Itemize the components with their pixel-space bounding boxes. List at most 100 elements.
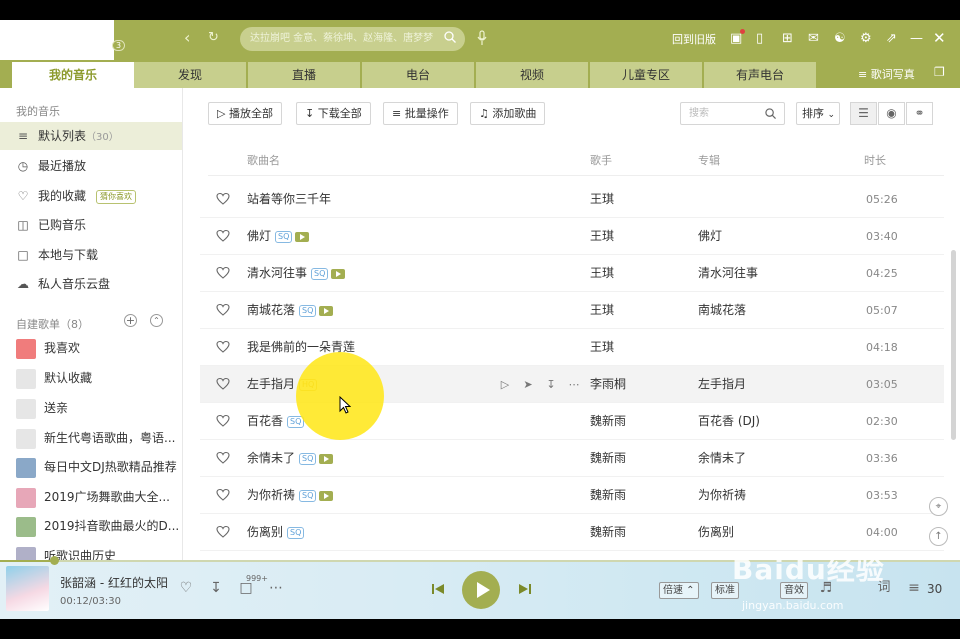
add-to-icon[interactable]: ➤ [521,378,535,392]
table-row[interactable]: 为你祈祷 SQ 魏新雨 为你祈祷 03:53 [200,477,944,514]
sidebar-item-favorites[interactable]: ♡ 我的收藏 猜你喜欢 [0,182,182,210]
mail-icon[interactable]: ✉ [808,31,819,47]
add-song-button[interactable]: ♫ 添加歌曲 [470,102,546,125]
song-title-cell[interactable]: 百花香 SQ [247,403,305,440]
mv-play-icon[interactable] [319,490,334,501]
like-icon[interactable]: ♡ [178,580,194,596]
search-icon[interactable] [765,108,776,119]
search-icon[interactable] [444,31,456,43]
heart-icon[interactable] [216,192,230,206]
mv-play-icon[interactable] [295,231,310,242]
heart-icon[interactable] [216,488,230,502]
song-album[interactable]: 伤离别 [698,514,734,551]
heart-icon[interactable] [216,377,230,391]
lyrics-photo-button[interactable]: ≡ 歌词写真 [858,66,915,82]
song-artist[interactable]: 魏新雨 [590,403,626,440]
song-artist[interactable]: 王琪 [590,181,614,218]
playlist-queue-icon[interactable]: ≡ [906,580,922,596]
song-album[interactable]: 左手指月 [698,366,746,403]
sidebar-item-recent[interactable]: ◷ 最近播放 [0,152,182,180]
heart-icon[interactable] [216,266,230,280]
back-to-top-icon[interactable]: ↑ [929,527,948,546]
table-row[interactable]: 站着等你三千年 王琪 05:26 [200,181,944,218]
song-artist[interactable]: 王琪 [590,292,614,329]
table-row[interactable]: 佛灯 SQ 王琪 佛灯 03:40 [200,218,944,255]
column-title[interactable]: 歌曲名 [247,152,280,168]
more-icon[interactable]: ⋯ [567,378,581,392]
locate-icon[interactable]: ⌖ [929,497,948,516]
song-artist[interactable]: 王琪 [590,218,614,255]
previous-track-icon[interactable] [430,581,446,597]
column-album[interactable]: 专辑 [698,152,720,168]
window-mode-icon[interactable]: ❐ [934,65,945,79]
tab-live[interactable]: 直播 [248,62,360,88]
tab-audiobook[interactable]: 有声电台 [704,62,816,88]
download-all-button[interactable]: ↧ 下载全部 [296,102,371,125]
playlist-item[interactable]: 听歌识曲历史 [0,541,182,560]
sort-dropdown[interactable]: 排序 ⌄ [796,102,840,125]
skin-icon[interactable]: ☯ [834,31,846,47]
message-count-badge[interactable]: 3 [112,40,126,51]
guess-you-like-tag[interactable]: 猜你喜欢 [96,189,137,204]
sidebar-item-default-list[interactable]: ≡ 默认列表（30） [0,122,182,150]
heart-icon[interactable] [216,340,230,354]
song-title-cell[interactable]: 余情未了 SQ [247,440,334,477]
mv-play-icon[interactable] [319,305,334,316]
song-title-cell[interactable]: 南城花落 SQ [247,292,334,329]
close-icon[interactable]: ✕ [933,29,946,47]
speed-button[interactable]: 倍速 ⌃ [659,582,699,599]
song-artist[interactable]: 魏新雨 [590,514,626,551]
download-icon[interactable]: ↧ [544,378,558,392]
more-icon[interactable]: ⋯ [268,580,284,596]
progress-knob[interactable] [50,556,59,565]
song-title-cell[interactable]: 佛灯 SQ [247,218,310,255]
back-arrow-icon[interactable]: ‹ [184,28,190,47]
sidebar-item-local[interactable]: □ 本地与下载 [0,241,182,269]
song-artist[interactable]: 魏新雨 [590,477,626,514]
song-artist[interactable]: 王琪 [590,329,614,366]
heart-icon[interactable] [216,414,230,428]
playlist-item[interactable]: 每日中文DJ热歌精品推荐 [0,452,182,482]
table-row[interactable]: 南城花落 SQ 王琪 南城花落 05:07 [200,292,944,329]
tab-kids[interactable]: 儿童专区 [590,62,702,88]
song-album[interactable]: 为你祈祷 [698,477,746,514]
collapse-icon[interactable]: ⌃ [150,314,163,327]
minimize-icon[interactable]: — [910,31,923,47]
user-view-button[interactable]: ⚭ [906,102,933,125]
table-row[interactable]: 我是佛前的一朵青莲 王琪 04:18 [200,329,944,366]
playlist-item[interactable]: 送亲 [0,393,182,423]
tab-discover[interactable]: 发现 [134,62,246,88]
play-icon[interactable]: ▷ [498,378,512,392]
column-duration[interactable]: 时长 [864,152,886,168]
tab-video[interactable]: 视频 [476,62,588,88]
tab-radio[interactable]: 电台 [362,62,474,88]
local-search-input[interactable]: 搜索 [680,102,785,125]
microphone-icon[interactable] [476,30,488,46]
song-artist[interactable]: 魏新雨 [590,440,626,477]
old-version-link[interactable]: 回到旧版 [672,31,716,47]
play-all-button[interactable]: ▷ 播放全部 [208,102,282,125]
table-row[interactable]: 余情未了 SQ 魏新雨 余情未了 03:36 [200,440,944,477]
sidebar-item-purchased[interactable]: ◫ 已购音乐 [0,211,182,239]
song-album[interactable]: 佛灯 [698,218,722,255]
mv-play-icon[interactable] [331,268,346,279]
playlist-item[interactable]: 2019抖音歌曲最火的D... [0,511,182,541]
heart-icon[interactable] [216,229,230,243]
download-icon[interactable]: ↧ [208,580,224,596]
song-album[interactable]: 清水河往事 [698,255,758,292]
search-input[interactable]: 达拉崩吧 金意、蔡徐坤、赵海隆、唐梦梦 [240,27,465,51]
disc-view-button[interactable]: ◉ [878,102,905,125]
phone-icon[interactable]: ▯ [756,31,763,47]
song-artist[interactable]: 王琪 [590,255,614,292]
song-title-cell[interactable]: 清水河往事 SQ [247,255,346,292]
song-album[interactable]: 南城花落 [698,292,746,329]
apps-grid-icon[interactable]: ⊞ [782,31,793,47]
table-row[interactable]: 伤离别 SQ 魏新雨 伤离别 04:00 [200,514,944,551]
scrollbar-thumb[interactable] [951,250,956,440]
batch-operation-button[interactable]: ≡ 批量操作 [383,102,458,125]
song-title-cell[interactable]: 为你祈祷 SQ [247,477,334,514]
playlist-item[interactable]: 默认收藏 [0,363,182,393]
album-cover[interactable] [6,566,49,611]
table-row[interactable]: 清水河往事 SQ 王琪 清水河往事 04:25 [200,255,944,292]
song-album[interactable]: 百花香 (DJ) [698,403,760,440]
